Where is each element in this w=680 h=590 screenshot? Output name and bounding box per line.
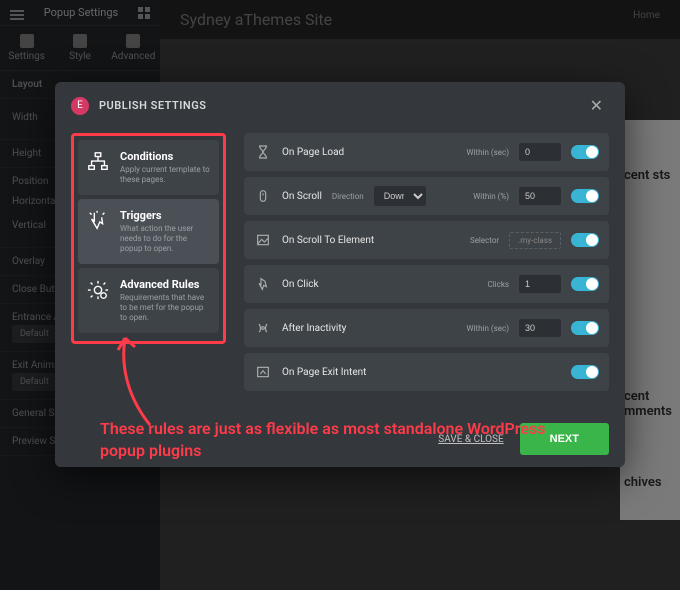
- annotation-text: These rules are just as flexible as most…: [100, 418, 570, 463]
- inactivity-toggle[interactable]: [571, 321, 599, 335]
- triggers-icon: [86, 209, 110, 233]
- onload-within-input[interactable]: [519, 143, 561, 161]
- trigger-on-scroll: On Scroll Direction Down Within (%): [244, 177, 609, 215]
- scrollto-toggle[interactable]: [571, 233, 599, 247]
- triggers-list: On Page Load Within (sec) On Scroll Dire…: [244, 133, 609, 397]
- trigger-exit-intent: On Page Exit Intent: [244, 353, 609, 391]
- onclick-count-input[interactable]: [519, 275, 561, 293]
- elementor-logo-icon: E: [71, 97, 89, 115]
- conditions-icon: [86, 150, 110, 174]
- inactivity-within-input[interactable]: [519, 319, 561, 337]
- onclick-toggle[interactable]: [571, 277, 599, 291]
- onscroll-direction-select[interactable]: Down: [374, 186, 426, 206]
- rules-highlight-box: ConditionsApply current template to thes…: [71, 133, 226, 344]
- trigger-after-inactivity: After Inactivity Within (sec): [244, 309, 609, 347]
- trigger-on-click: On Click Clicks: [244, 265, 609, 303]
- trigger-on-page-load: On Page Load Within (sec): [244, 133, 609, 171]
- exit-intent-icon: [254, 363, 272, 381]
- scroll-element-icon: [254, 231, 272, 249]
- click-icon: [254, 275, 272, 293]
- rule-card-advanced[interactable]: Advanced RulesRequirements that have to …: [78, 268, 219, 333]
- trigger-scroll-to-element: On Scroll To Element Selector .my-class: [244, 221, 609, 259]
- inactivity-icon: [254, 319, 272, 337]
- onscroll-within-input[interactable]: [519, 187, 561, 205]
- scroll-icon: [254, 187, 272, 205]
- modal-header: E PUBLISH SETTINGS ✕: [55, 82, 625, 129]
- annotation-arrow: [110, 330, 180, 430]
- close-icon[interactable]: ✕: [584, 94, 609, 117]
- exit-toggle[interactable]: [571, 365, 599, 379]
- rule-card-conditions[interactable]: ConditionsApply current template to thes…: [78, 140, 219, 195]
- onscroll-toggle[interactable]: [571, 189, 599, 203]
- onload-toggle[interactable]: [571, 145, 599, 159]
- rule-card-triggers[interactable]: TriggersWhat action the user needs to do…: [78, 199, 219, 264]
- advanced-rules-icon: [86, 278, 110, 302]
- modal-title: PUBLISH SETTINGS: [99, 99, 584, 112]
- hourglass-icon: [254, 143, 272, 161]
- selector-field[interactable]: .my-class: [509, 232, 561, 249]
